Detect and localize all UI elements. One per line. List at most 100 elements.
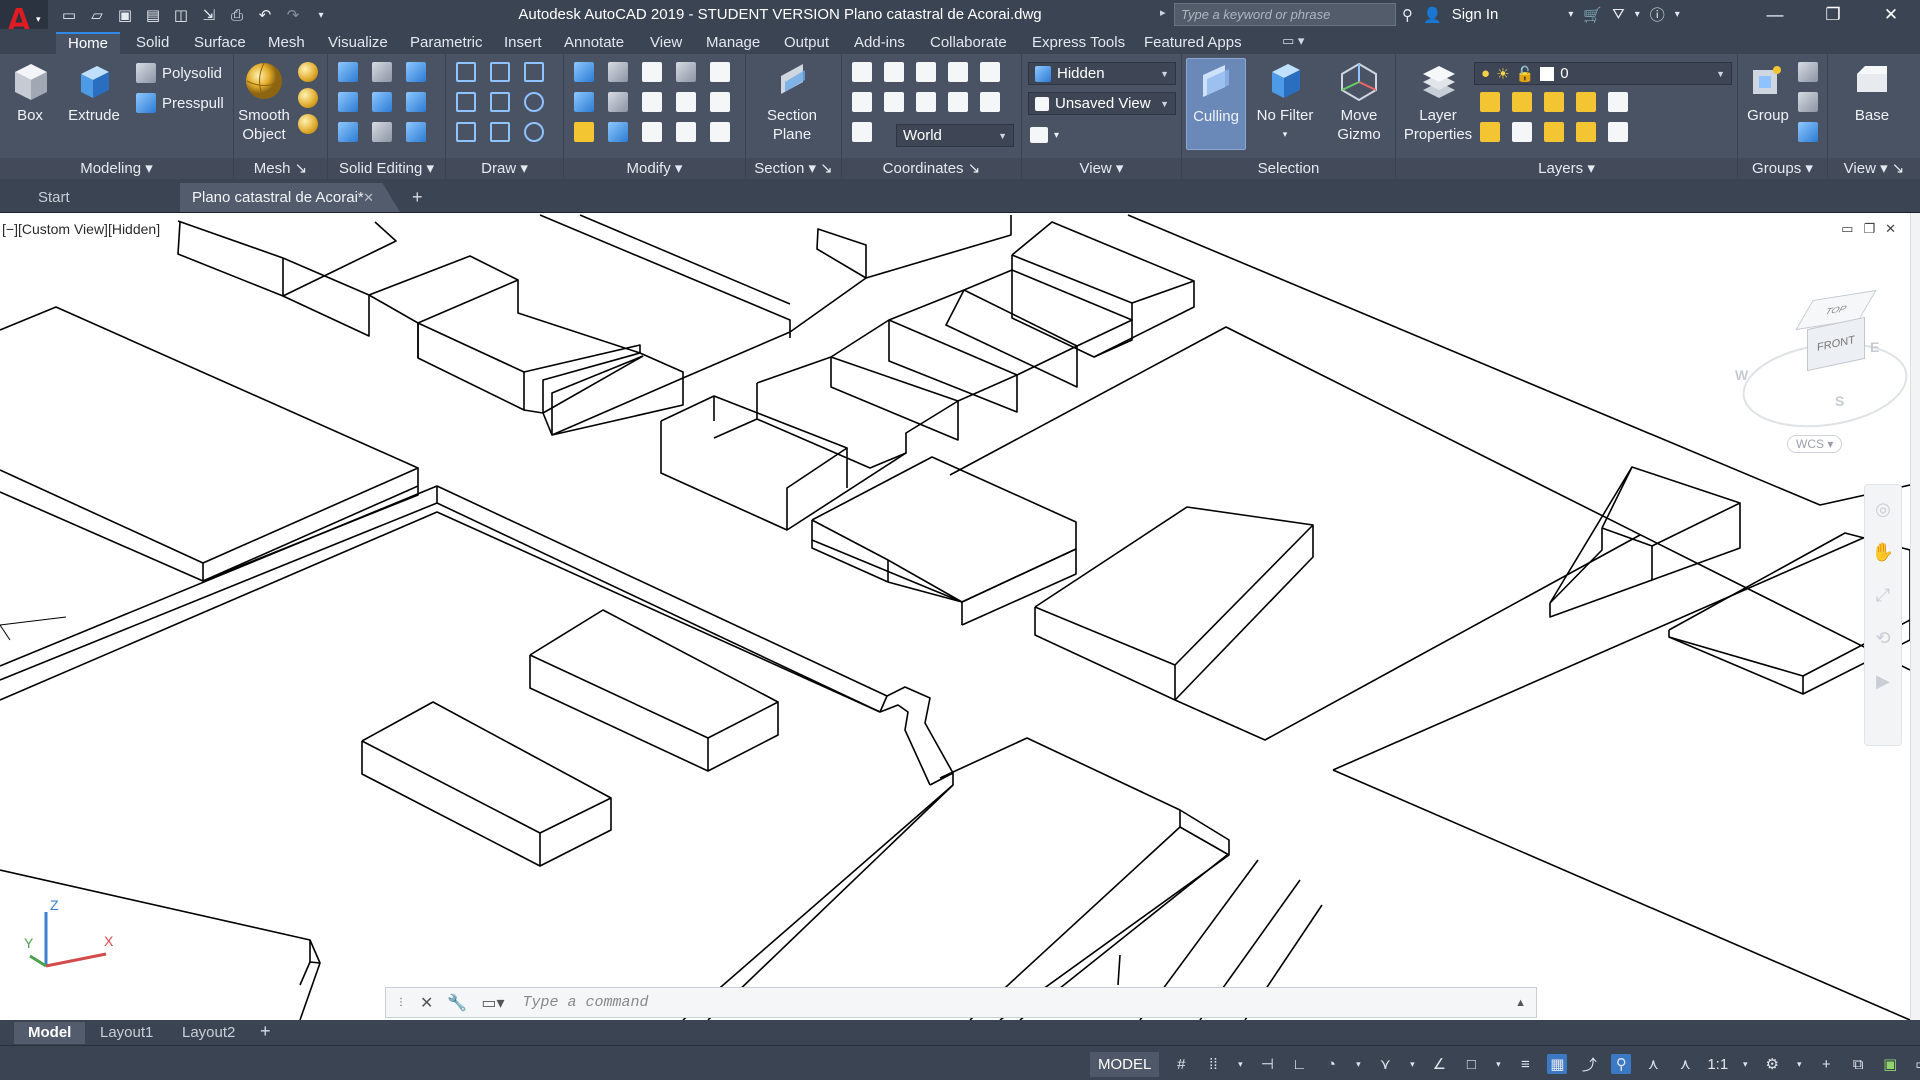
tab-layout1[interactable]: Layout1 xyxy=(86,1022,167,1044)
close-window-icon[interactable]: ✕ xyxy=(1862,0,1920,29)
ucs-world-combo[interactable]: World ▼ xyxy=(896,124,1014,147)
coordinates-panel-title[interactable]: Coordinates ↘ xyxy=(842,158,1021,179)
transparency-icon[interactable]: ▦ xyxy=(1547,1054,1568,1074)
layer-properties-button[interactable]: Layer Properties xyxy=(1400,60,1476,144)
tab-model[interactable]: Model xyxy=(14,1022,86,1044)
group-selection-icon[interactable] xyxy=(1798,122,1818,142)
add-layout-icon[interactable]: + xyxy=(260,1021,271,1042)
grid-icon[interactable]: # xyxy=(1171,1054,1191,1074)
pan-hand-icon[interactable]: ✋ xyxy=(1872,542,1894,563)
command-history-icon[interactable]: ▲ xyxy=(1505,997,1536,1009)
tab-express-tools[interactable]: Express Tools xyxy=(1032,32,1125,54)
ucs-world-icon[interactable] xyxy=(916,62,936,82)
tab-annotate[interactable]: Annotate xyxy=(564,32,624,54)
steering-wheel-icon[interactable]: ◎ xyxy=(1875,499,1891,520)
tab-drawing[interactable]: Plano catastral de Acorai* ✕ xyxy=(180,183,400,212)
selection-cycling-icon[interactable]: ⤴ xyxy=(1579,1054,1599,1074)
viewcube[interactable]: TOP FRONT W E S WCS ▾ xyxy=(1735,289,1910,460)
interfere-icon[interactable] xyxy=(338,122,358,142)
save-as-icon[interactable]: ▤ xyxy=(142,5,164,25)
named-view-combo[interactable]: Unsaved View ▼ xyxy=(1028,92,1176,115)
tab-featured-apps[interactable]: Featured Apps xyxy=(1144,32,1242,54)
ucs-named-icon[interactable] xyxy=(884,62,904,82)
culling-button[interactable]: Culling xyxy=(1186,58,1246,150)
compass-south[interactable]: S xyxy=(1835,393,1844,409)
redo-icon[interactable]: ↷ xyxy=(282,5,304,25)
tab-manage[interactable]: Manage xyxy=(706,32,760,54)
modify-panel-title[interactable]: Modify ▾ xyxy=(564,158,745,179)
restore-icon[interactable]: ❐ xyxy=(1804,0,1862,29)
polyline-icon[interactable] xyxy=(456,62,476,82)
tab-parametric[interactable]: Parametric xyxy=(410,32,483,54)
layer-thaw-icon[interactable] xyxy=(1544,122,1564,142)
app-dropdown-icon[interactable]: ▾ xyxy=(1635,9,1640,20)
user-icon[interactable]: 👤 xyxy=(1423,6,1442,24)
ucs-y-icon[interactable] xyxy=(980,92,1000,112)
dynamic-ucs-icon[interactable]: ⋏ xyxy=(1643,1054,1663,1074)
binoculars-icon[interactable]: ⚲ xyxy=(1402,6,1413,24)
stretch-icon[interactable] xyxy=(676,92,696,112)
extract-edges-icon[interactable] xyxy=(406,62,426,82)
tab-view[interactable]: View xyxy=(650,32,682,54)
group-edit-icon[interactable] xyxy=(1798,92,1818,112)
publish-icon[interactable]: ◫ xyxy=(170,5,192,25)
help-search-input[interactable] xyxy=(1174,3,1396,26)
section-panel-title[interactable]: Section ▾ ↘ xyxy=(746,158,841,179)
scale-dropdown-icon[interactable]: ▾ xyxy=(1740,1054,1750,1074)
save-icon[interactable]: ▣ xyxy=(114,5,136,25)
viewport-restore-icon[interactable]: ❐ xyxy=(1863,221,1875,237)
visual-style-combo[interactable]: Hidden ▼ xyxy=(1028,62,1176,85)
customize-qat-icon[interactable]: ▾ xyxy=(310,5,332,25)
ribbon-minimize-icon[interactable]: ▭ ▾ xyxy=(1282,33,1304,49)
workspace-dropdown-icon[interactable]: ▾ xyxy=(1794,1054,1804,1074)
ucs-origin-icon[interactable] xyxy=(852,92,872,112)
isodraft-icon[interactable]: ⋎ xyxy=(1375,1054,1395,1074)
ucs-previous-icon[interactable] xyxy=(948,62,968,82)
rectangle-icon[interactable] xyxy=(490,122,510,142)
viewcube-box[interactable]: TOP FRONT xyxy=(1785,289,1877,375)
subtract-icon[interactable] xyxy=(372,62,392,82)
mesh-crease-icon[interactable] xyxy=(298,114,318,134)
groups-panel-title[interactable]: Groups ▾ xyxy=(1738,158,1827,179)
close-command-icon[interactable]: ✕ xyxy=(420,993,433,1013)
new-tab-icon[interactable]: + xyxy=(412,187,423,208)
tab-mesh[interactable]: Mesh xyxy=(268,32,305,54)
3d-osnap-icon[interactable]: ⚲ xyxy=(1611,1054,1632,1074)
layer-current-icon[interactable] xyxy=(1608,122,1628,142)
model-space-toggle[interactable]: MODEL xyxy=(1090,1051,1160,1077)
tab-output[interactable]: Output xyxy=(784,32,829,54)
3d-rotate-icon[interactable] xyxy=(608,62,628,82)
smooth-object-button[interactable]: Smooth Object xyxy=(234,60,294,144)
infer-constraints-icon[interactable]: ⊣ xyxy=(1257,1054,1277,1074)
workspace-gear-icon[interactable]: ⚙ xyxy=(1762,1054,1782,1074)
tab-add-ins[interactable]: Add-ins xyxy=(854,32,905,54)
separate-icon[interactable] xyxy=(406,92,426,112)
compass-east[interactable]: E xyxy=(1870,339,1879,355)
layer-on-tool-icon[interactable] xyxy=(1480,122,1500,142)
signin-dropdown-icon[interactable]: ▾ xyxy=(1568,9,1573,20)
presspull-button[interactable]: Presspull xyxy=(136,92,224,114)
mesh-panel-title[interactable]: Mesh ↘ xyxy=(234,158,327,179)
open-file-icon[interactable]: ▱ xyxy=(86,5,108,25)
no-filter-button[interactable]: No Filter ▾ xyxy=(1250,60,1320,144)
fillet-icon[interactable] xyxy=(710,92,730,112)
move-icon[interactable] xyxy=(642,62,662,82)
vertical-scrollbar[interactable] xyxy=(1910,213,1920,1020)
ungroup-icon[interactable] xyxy=(1798,62,1818,82)
clean-screen-icon[interactable]: ▭ xyxy=(1912,1054,1920,1074)
showmotion-icon[interactable]: ▶ xyxy=(1876,671,1890,692)
layer-combo[interactable]: ● ☀ 🔓 0 ▼ xyxy=(1474,62,1732,85)
help-dropdown-icon[interactable]: ▾ xyxy=(1675,9,1680,20)
annotation-visibility-icon[interactable]: ⋏ xyxy=(1675,1054,1695,1074)
minimize-icon[interactable]: — xyxy=(1746,0,1804,29)
layer-unlock-icon[interactable] xyxy=(1576,122,1596,142)
undo-icon[interactable]: ↶ xyxy=(254,5,276,25)
layer-isolate-icon[interactable] xyxy=(1512,92,1532,112)
extrude-faces-icon[interactable] xyxy=(372,92,392,112)
ortho-icon[interactable]: ∟ xyxy=(1289,1054,1309,1074)
spline-icon[interactable] xyxy=(490,62,510,82)
slice-icon[interactable] xyxy=(372,122,392,142)
expand-search-icon[interactable]: ▸ xyxy=(1160,6,1166,19)
object-snap-tracking-icon[interactable]: ∠ xyxy=(1429,1054,1449,1074)
polysolid-button[interactable]: Polysolid xyxy=(136,62,222,84)
